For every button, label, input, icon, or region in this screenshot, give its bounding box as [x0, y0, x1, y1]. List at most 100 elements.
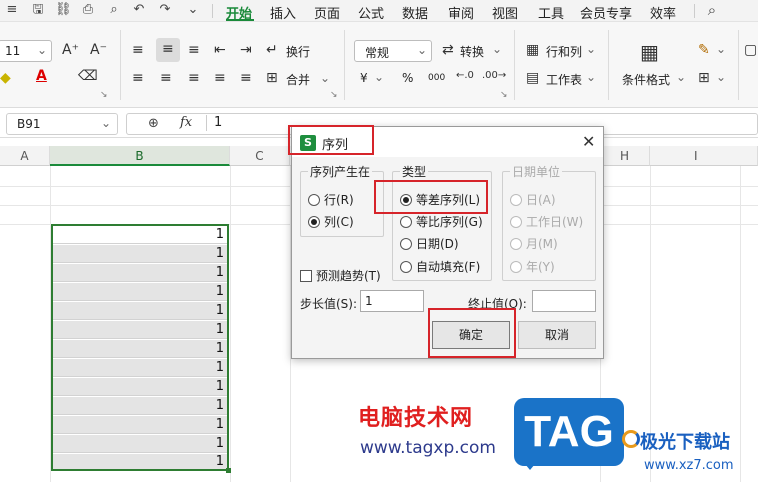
chevron-down-icon[interactable]: ⌄ [716, 42, 726, 56]
worksheet-label[interactable]: 工作表 [546, 71, 582, 88]
font-grow-icon[interactable]: A⁺ [62, 42, 79, 58]
chevron-down-icon[interactable]: ⌄ [586, 70, 596, 84]
tab-member[interactable]: 会员专享 [580, 3, 632, 22]
step-input[interactable]: 1 [360, 290, 424, 312]
indent-increase-icon[interactable]: ⇥ [240, 42, 252, 58]
print-icon[interactable]: ⎙ [80, 2, 96, 18]
cell-style-icon[interactable]: ✎ [698, 42, 710, 58]
align-bottom-icon[interactable]: ≡ [188, 42, 200, 58]
link-icon[interactable]: ⛓ [55, 2, 72, 18]
tab-data[interactable]: 数据 [402, 3, 428, 22]
divider [206, 115, 207, 131]
number-format-dropdown[interactable]: 常规 ⌄ [354, 40, 432, 62]
column-header-i[interactable]: I [650, 146, 758, 166]
tab-review[interactable]: 审阅 [448, 3, 474, 22]
align-left-icon[interactable]: ≡ [132, 70, 144, 86]
menu-icon[interactable]: ≡ [4, 2, 20, 18]
currency-button[interactable]: ¥ [360, 71, 368, 85]
increase-decimal-icon[interactable]: ←.0 [456, 70, 474, 81]
font-shrink-icon[interactable]: A⁻ [90, 42, 107, 58]
redo-icon[interactable]: ↷ [157, 2, 173, 18]
eraser-icon[interactable]: ⌫ [78, 68, 98, 84]
column-header-a[interactable]: A [0, 146, 50, 166]
wrap-text-label[interactable]: 换行 [286, 43, 310, 60]
chevron-down-icon[interactable]: ⌄ [320, 71, 330, 85]
radio-label: 列(C) [324, 215, 354, 229]
chevron-down-icon[interactable]: ⌄ [374, 70, 384, 84]
dialog-launcher-icon[interactable]: ↘ [500, 90, 508, 100]
distribute-icon[interactable]: ≡ [240, 70, 252, 86]
zoom-formula-icon[interactable]: ⊕ [148, 116, 159, 131]
worksheet-icon[interactable]: ▤ [526, 70, 539, 86]
name-box-value: B91 [17, 117, 41, 131]
font-size-dropdown[interactable]: 11 ⌄ [0, 40, 52, 62]
convert-icon[interactable]: ⇄ [442, 42, 454, 58]
tab-formula[interactable]: 公式 [358, 3, 384, 22]
rows-cols-icon[interactable]: ▦ [526, 42, 539, 58]
align-right-icon[interactable]: ≡ [188, 70, 200, 86]
undo-icon[interactable]: ↶ [131, 2, 147, 18]
formula-value[interactable]: 1 [214, 115, 222, 130]
chevron-down-icon[interactable]: ⌄ [492, 42, 502, 56]
more-chevron-icon[interactable]: ⌄ [185, 2, 201, 18]
column-header-b[interactable]: B [50, 146, 230, 166]
column-header-c[interactable]: C [230, 146, 290, 166]
dialog-launcher-icon[interactable]: ↘ [330, 90, 338, 100]
trend-checkbox[interactable]: 预测趋势(T) [300, 267, 381, 284]
justify-icon[interactable]: ≡ [214, 70, 226, 86]
divider [608, 30, 609, 100]
radio-year: 年(Y) [510, 258, 555, 275]
stop-input[interactable] [532, 290, 596, 312]
radio-month: 月(M) [510, 235, 558, 252]
radio-growth[interactable]: 等比序列(G) [400, 213, 483, 230]
cancel-button[interactable]: 取消 [518, 321, 596, 349]
radio-label: 日(A) [526, 193, 556, 207]
dialog-launcher-icon[interactable]: ↘ [100, 90, 108, 100]
merge-icon[interactable]: ⊞ [266, 70, 278, 86]
tab-page[interactable]: 页面 [314, 3, 340, 22]
radio-label: 自动填充(F) [416, 260, 481, 274]
thousands-button[interactable]: 000 [428, 73, 445, 83]
borders-icon[interactable]: ⊞ [698, 70, 710, 86]
dialog-titlebar[interactable]: S 序列 ✕ [288, 125, 603, 157]
decrease-decimal-icon[interactable]: .00→ [482, 70, 506, 81]
merge-label[interactable]: 合并 [286, 71, 310, 88]
radio-date[interactable]: 日期(D) [400, 235, 459, 252]
percent-button[interactable]: % [402, 71, 413, 85]
more-icon[interactable]: ▢ [744, 42, 757, 58]
radio-columns[interactable]: 列(C) [308, 213, 354, 230]
fill-handle[interactable] [226, 468, 231, 473]
font-color-icon[interactable]: A [36, 68, 47, 84]
conditional-format-label[interactable]: 条件格式 [622, 71, 670, 88]
align-middle-button[interactable]: ≡ [156, 38, 180, 62]
save-icon[interactable]: 🖫 [30, 2, 46, 18]
radio-circle [510, 237, 522, 250]
indent-decrease-icon[interactable]: ⇤ [214, 42, 226, 58]
fx-icon[interactable]: fx [180, 115, 192, 130]
close-icon[interactable]: ✕ [582, 132, 595, 151]
chevron-down-icon[interactable]: ⌄ [676, 70, 686, 84]
wrap-text-icon[interactable]: ↵ [266, 42, 278, 58]
tab-tools[interactable]: 工具 [538, 3, 564, 22]
type-label: 类型 [400, 163, 429, 180]
step-label: 步长值(S): [300, 297, 358, 311]
conditional-format-icon[interactable]: ▦ [640, 40, 659, 64]
chevron-down-icon[interactable]: ⌄ [586, 42, 596, 56]
rows-cols-label[interactable]: 行和列 [546, 43, 582, 60]
print-preview-icon[interactable]: ⌕ [106, 2, 122, 18]
column-header-h[interactable]: H [600, 146, 650, 166]
tab-efficiency[interactable]: 效率 [650, 3, 676, 22]
radio-rows[interactable]: 行(R) [308, 191, 354, 208]
radio-circle [308, 215, 320, 228]
name-box[interactable]: B91 ⌄ [6, 113, 118, 135]
align-top-icon[interactable]: ≡ [132, 42, 144, 58]
tab-view[interactable]: 视图 [492, 3, 518, 22]
tab-insert[interactable]: 插入 [270, 3, 296, 22]
series-dialog: S 序列 ✕ 序列产生在 行(R) 列(C) 类型 等差序列(L) 等比序列(G… [288, 125, 604, 359]
radio-autofill[interactable]: 自动填充(F) [400, 258, 480, 275]
chevron-down-icon[interactable]: ⌄ [716, 70, 726, 84]
align-center-icon[interactable]: ≡ [160, 70, 172, 86]
convert-label[interactable]: 转换 [460, 43, 484, 60]
fill-color-icon[interactable]: ◆ [0, 70, 11, 86]
search-icon[interactable]: ⌕ [704, 2, 720, 18]
